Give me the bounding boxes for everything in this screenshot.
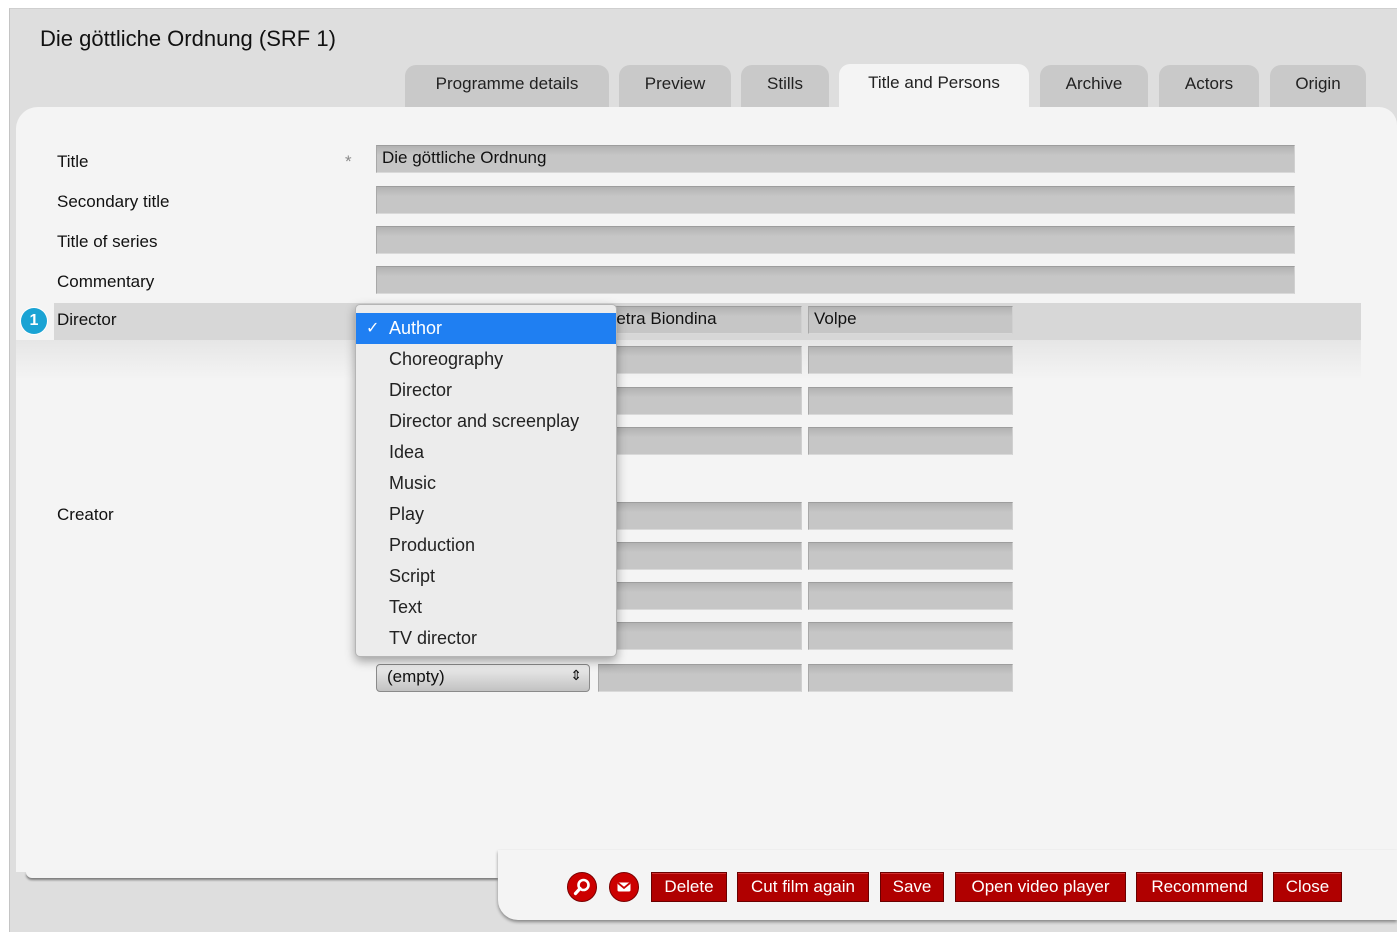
dropdown-option-play[interactable]: Play bbox=[356, 499, 616, 530]
creator-lastname-input[interactable] bbox=[808, 664, 1013, 692]
dropdown-option-idea[interactable]: Idea bbox=[356, 437, 616, 468]
panel-edge bbox=[26, 872, 498, 878]
role-dropdown-menu[interactable]: ✓ Author Choreography Director Director … bbox=[355, 304, 617, 657]
recommend-button[interactable]: Recommend bbox=[1136, 872, 1263, 902]
mail-icon bbox=[617, 882, 631, 892]
dropdown-option-tv-director[interactable]: TV director bbox=[356, 623, 616, 654]
required-marker: * bbox=[345, 152, 352, 171]
dropdown-option-text[interactable]: Text bbox=[356, 592, 616, 623]
dropdown-option-label: Author bbox=[389, 318, 443, 338]
creator-role-select[interactable]: (empty) ⇕ bbox=[376, 664, 590, 692]
series-title-input[interactable] bbox=[376, 226, 1295, 254]
tab-title-and-persons[interactable]: Title and Persons bbox=[839, 64, 1029, 108]
title-label: Title bbox=[57, 152, 89, 171]
search-button[interactable] bbox=[567, 872, 597, 902]
close-button[interactable]: Close bbox=[1273, 872, 1342, 902]
tab-actors[interactable]: Actors bbox=[1159, 65, 1259, 107]
creator-firstname-input[interactable] bbox=[598, 346, 802, 374]
commentary-input[interactable] bbox=[376, 266, 1295, 294]
director-lastname-input[interactable]: Volpe bbox=[808, 306, 1013, 334]
window-title: Die göttliche Ordnung (SRF 1) bbox=[40, 26, 336, 51]
tab-programme-details[interactable]: Programme details bbox=[405, 65, 609, 107]
email-button[interactable] bbox=[609, 872, 639, 902]
secondary-title-input[interactable] bbox=[376, 186, 1295, 214]
secondary-title-label: Secondary title bbox=[57, 192, 170, 211]
creator-firstname-input[interactable] bbox=[598, 622, 802, 650]
director-firstname-input[interactable]: Petra Biondina bbox=[598, 306, 802, 334]
search-icon bbox=[573, 878, 590, 896]
creator-lastname-input[interactable] bbox=[808, 582, 1013, 610]
content-panel bbox=[16, 107, 1397, 872]
creator-role-select-value: (empty) bbox=[387, 667, 445, 686]
select-arrows-icon: ⇕ bbox=[570, 667, 582, 683]
creator-firstname-input[interactable] bbox=[598, 542, 802, 570]
checkmark-icon: ✓ bbox=[366, 320, 380, 337]
commentary-label: Commentary bbox=[57, 272, 155, 291]
creator-firstname-input[interactable] bbox=[598, 387, 802, 415]
tab-stills[interactable]: Stills bbox=[741, 65, 829, 107]
director-label: Director bbox=[57, 310, 117, 329]
creator-label: Creator bbox=[57, 505, 114, 524]
dropdown-option-director-and-screenplay[interactable]: Director and screenplay bbox=[356, 406, 616, 437]
dropdown-option-production[interactable]: Production bbox=[356, 530, 616, 561]
dropdown-option-author[interactable]: ✓ Author bbox=[356, 313, 616, 344]
creator-lastname-input[interactable] bbox=[808, 427, 1013, 455]
callout-badge: 1 bbox=[21, 308, 47, 334]
creator-firstname-input[interactable] bbox=[598, 664, 802, 692]
dropdown-option-script[interactable]: Script bbox=[356, 561, 616, 592]
creator-firstname-input[interactable] bbox=[598, 427, 802, 455]
series-title-label: Title of series bbox=[57, 232, 158, 251]
delete-button[interactable]: Delete bbox=[651, 872, 727, 902]
creator-lastname-input[interactable] bbox=[808, 346, 1013, 374]
tab-origin[interactable]: Origin bbox=[1270, 65, 1366, 107]
creator-firstname-input[interactable] bbox=[598, 582, 802, 610]
tab-archive[interactable]: Archive bbox=[1040, 65, 1148, 107]
cut-film-again-button[interactable]: Cut film again bbox=[737, 872, 869, 902]
open-video-player-button[interactable]: Open video player bbox=[955, 872, 1126, 902]
dropdown-option-music[interactable]: Music bbox=[356, 468, 616, 499]
creator-lastname-input[interactable] bbox=[808, 622, 1013, 650]
creator-lastname-input[interactable] bbox=[808, 387, 1013, 415]
tab-preview[interactable]: Preview bbox=[619, 65, 731, 107]
dropdown-option-choreography[interactable]: Choreography bbox=[356, 344, 616, 375]
creator-lastname-input[interactable] bbox=[808, 502, 1013, 530]
dropdown-option-director[interactable]: Director bbox=[356, 375, 616, 406]
title-input[interactable]: Die göttliche Ordnung bbox=[376, 145, 1295, 173]
save-button[interactable]: Save bbox=[880, 872, 944, 902]
creator-lastname-input[interactable] bbox=[808, 542, 1013, 570]
creator-firstname-input[interactable] bbox=[598, 502, 802, 530]
